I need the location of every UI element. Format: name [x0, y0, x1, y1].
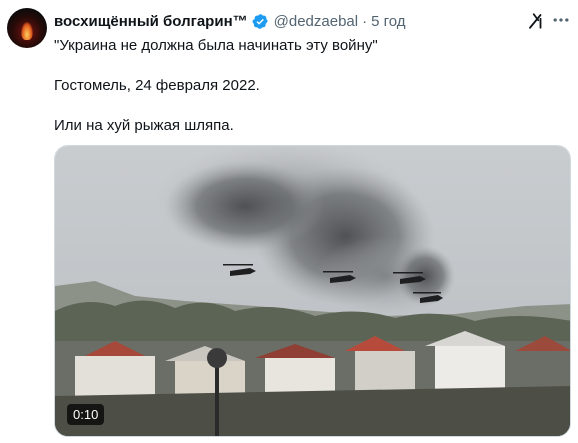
timestamp[interactable]: 5 год [371, 13, 405, 30]
tweet-text-line-1: "Украина не должна была начинать эту вой… [54, 37, 378, 54]
verified-badge-icon [252, 13, 269, 30]
author-handle[interactable]: @dedzaebal [274, 13, 358, 30]
tweet-text-line-3: Или на хуй рыжая шляпа. [54, 117, 234, 134]
separator-dot: · [362, 12, 368, 30]
tweet-header: восхищённый болгарин™ @dedzaebal · 5 год [54, 11, 406, 31]
video-player[interactable]: 0:10 [54, 145, 571, 437]
tweet-text-line-2: Гостомель, 24 февраля 2022. [54, 77, 260, 94]
video-duration: 0:10 [67, 404, 105, 425]
video-frame [55, 146, 570, 436]
avatar[interactable] [7, 8, 47, 48]
author-name[interactable]: восхищённый болгарин™ [54, 13, 248, 30]
grok-icon[interactable] [527, 12, 545, 30]
more-icon[interactable] [551, 10, 571, 30]
